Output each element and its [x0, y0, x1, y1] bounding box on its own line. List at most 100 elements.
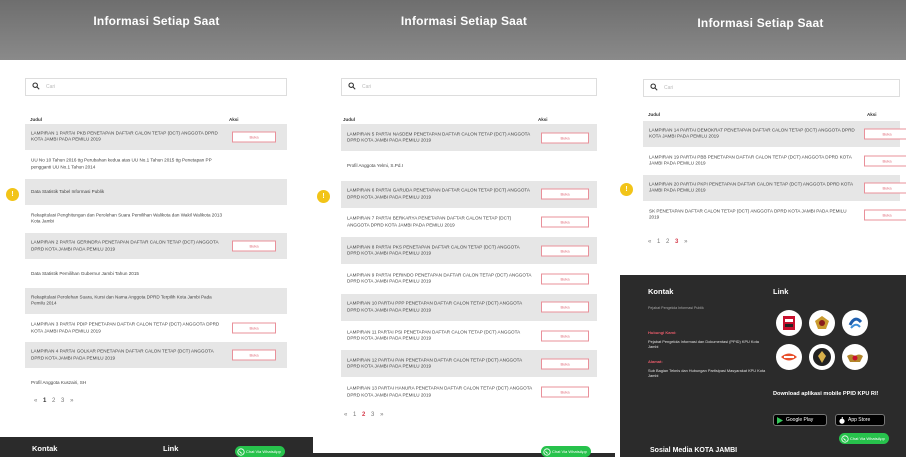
buka-button[interactable]: Buka — [232, 349, 276, 361]
buka-button[interactable]: Buka — [864, 155, 906, 167]
pager-page-2[interactable]: 2 — [52, 398, 55, 404]
buka-button[interactable]: Buka — [232, 322, 276, 334]
bawaslu-logo-icon[interactable] — [809, 344, 835, 370]
pager-page-2[interactable]: 2 — [362, 412, 365, 418]
row-title: Profil Anggota Yelmi, S.Pd.I — [347, 162, 403, 168]
search-box[interactable] — [643, 79, 900, 97]
pager-page-1[interactable]: 1 — [353, 412, 356, 418]
table-row: LAMPIRAN 4 PARTAI GOLKAR PENETAPAN DAFTA… — [25, 342, 287, 369]
row-title: LAMPIRAN 14 PARTAI DEMOKRAT PENETAPAN DA… — [649, 127, 855, 139]
pagination: « 1 2 3 » — [648, 239, 691, 245]
table-row: Data Statistik Pemilihan Gubernur Jambi … — [25, 261, 287, 287]
pager-prev[interactable]: « — [648, 239, 651, 245]
search-box[interactable] — [341, 78, 597, 96]
info-icon[interactable]: ! — [317, 190, 330, 203]
buka-button[interactable]: Buka — [541, 273, 589, 285]
whatsapp-icon — [841, 434, 849, 443]
column-judul: Judul — [648, 112, 660, 117]
google-play-button[interactable]: Google Play — [773, 414, 827, 426]
whatsapp-label: Chat Via WhatsApp — [246, 449, 281, 454]
buka-button[interactable]: Buka — [541, 358, 589, 370]
pager-prev[interactable]: « — [344, 412, 347, 418]
pager-next[interactable]: » — [380, 412, 383, 418]
buka-button[interactable]: Buka — [541, 132, 589, 143]
table-row: Rekapitulasi Penghitungan dan Perolehan … — [25, 206, 287, 232]
pager-next[interactable]: » — [684, 239, 687, 245]
table-row: Profil Anggota Yelmi, S.Pd.I — [341, 152, 597, 179]
column-aksi: Aksi — [229, 117, 239, 122]
apple-icon — [839, 417, 845, 424]
page-title: Informasi Setiap Saat — [93, 14, 220, 28]
footer-alamat-text: Sub Bagian Teknis dan Hubungan Partisipa… — [648, 368, 766, 379]
table-row: LAMPIRAN 8 PARTAI PKS PENETAPAN DAFTAR C… — [341, 237, 597, 265]
row-title: LAMPIRAN 4 PARTAI GOLKAR PENETAPAN DAFTA… — [31, 348, 214, 361]
buka-button[interactable]: Buka — [541, 301, 589, 313]
search-input[interactable] — [46, 81, 166, 93]
search-box[interactable] — [25, 78, 287, 96]
buka-button[interactable]: Buka — [232, 240, 276, 252]
table-row: SK PENETAPAN DAFTAR CALON TETAP (DCT) AN… — [643, 202, 906, 228]
footer-alamat-label: Alamat: — [648, 359, 663, 364]
panel-informasi-page-2: Informasi Setiap Saat Judul Aksi LAMPIRA… — [313, 0, 615, 457]
buka-button[interactable]: Buka — [541, 245, 589, 257]
info-icon[interactable]: ! — [6, 188, 19, 201]
table-row: LAMPIRAN 19 PARTAI PBB PENETAPAN DAFTAR … — [643, 148, 906, 174]
whatsapp-chat-button[interactable]: Chat Via WhatsApp — [541, 446, 591, 457]
table-row: LAMPIRAN 20 PARTAI PKPI PENETAPAN DAFTAR… — [643, 175, 906, 201]
table-row: LAMPIRAN 13 PARTAI HANURA PENETAPAN DAFT… — [341, 379, 597, 406]
table-row: LAMPIRAN 14 PARTAI DEMOKRAT PENETAPAN DA… — [643, 121, 906, 147]
kpu-logo-icon[interactable] — [776, 310, 802, 336]
buka-button[interactable]: Buka — [864, 128, 906, 140]
buka-button[interactable]: Buka — [541, 386, 589, 398]
app-store-button[interactable]: App Store — [835, 414, 885, 426]
search-input[interactable] — [362, 81, 482, 93]
pager-page-3[interactable]: 3 — [371, 412, 374, 418]
footer: Kontak Pejabat Pengelola Informasi Publi… — [620, 275, 906, 457]
google-play-icon — [777, 417, 783, 424]
pager-page-1[interactable]: 1 — [657, 239, 660, 245]
row-title: LAMPIRAN 19 PARTAI PBB PENETAPAN DAFTAR … — [649, 154, 852, 166]
footer-hubungi-text: Pejabat Pengelola Informasi dan Dokument… — [648, 339, 759, 350]
whatsapp-label: Chat Via WhatsApp — [552, 449, 587, 454]
garuda-emblem-icon[interactable] — [809, 310, 835, 336]
buka-button[interactable]: Buka — [541, 330, 589, 342]
info-icon[interactable]: ! — [620, 183, 633, 196]
row-title: LAMPIRAN 1 PARTAI PKB PENETAPAN DAFTAR C… — [31, 130, 218, 142]
buka-button[interactable]: Buka — [232, 131, 276, 143]
row-title: LAMPIRAN 8 PARTAI PKS PENETAPAN DAFTAR C… — [347, 244, 520, 256]
table-row: Data Statistik Tabel Informasi Publik — [25, 178, 287, 205]
row-title: Profil Anggota Kuszairi, SH — [31, 379, 87, 385]
pagination: « 1 2 3 » — [344, 412, 387, 418]
search-input[interactable] — [664, 82, 784, 94]
garuda-seal-icon[interactable] — [842, 344, 868, 370]
whatsapp-chat-button[interactable]: Chat Via WhatsApp — [235, 446, 285, 457]
whatsapp-icon — [237, 447, 245, 456]
row-title: LAMPIRAN 20 PARTAI PKPI PENETAPAN DAFTAR… — [649, 181, 853, 193]
buka-button[interactable]: Buka — [541, 188, 589, 200]
pager-page-1[interactable]: 1 — [43, 398, 46, 404]
whatsapp-chat-button[interactable]: Chat Via WhatsApp — [839, 433, 889, 444]
table-row: LAMPIRAN 11 PARTAI PSI PENETAPAN DAFTAR … — [341, 322, 597, 349]
table-header: Judul Aksi — [343, 117, 593, 122]
buka-button[interactable]: Buka — [541, 216, 589, 228]
whatsapp-icon — [543, 447, 551, 456]
row-title: LAMPIRAN 6 PARTAI GARUDA PENETAPAN DAFTA… — [347, 187, 530, 200]
row-title: UU No 10 Tahun 2016 ttg Perubahan kedua … — [31, 157, 212, 170]
row-title: LAMPIRAN 13 PARTAI HANURA PENETAPAN DAFT… — [347, 385, 532, 398]
buka-button[interactable]: Buka — [864, 209, 906, 221]
ri-logo-icon[interactable] — [842, 310, 868, 336]
table-row: LAMPIRAN 6 PARTAI GARUDA PENETAPAN DAFTA… — [341, 180, 597, 208]
pager-page-3[interactable]: 3 — [675, 239, 678, 245]
pager-page-3[interactable]: 3 — [61, 398, 64, 404]
row-title: LAMPIRAN 3 PARTAI PDIP PENETAPAN DAFTAR … — [31, 321, 220, 334]
pager-next[interactable]: » — [70, 398, 73, 404]
footer-hubungi-label: Hubungi Kami: — [648, 330, 677, 335]
pager-page-2[interactable]: 2 — [666, 239, 669, 245]
jdih-logo-icon[interactable] — [776, 344, 802, 370]
table-header: Judul Aksi — [648, 112, 898, 117]
buka-button[interactable]: Buka — [864, 182, 906, 194]
footer-link-heading: Link — [773, 287, 789, 296]
panel-informasi-page-1: Informasi Setiap Saat Judul Aksi LAMPIRA… — [0, 0, 313, 457]
row-title: Rekapitulasi Perolehan Suara, Kursi dan … — [31, 294, 212, 306]
pager-prev[interactable]: « — [34, 398, 37, 404]
